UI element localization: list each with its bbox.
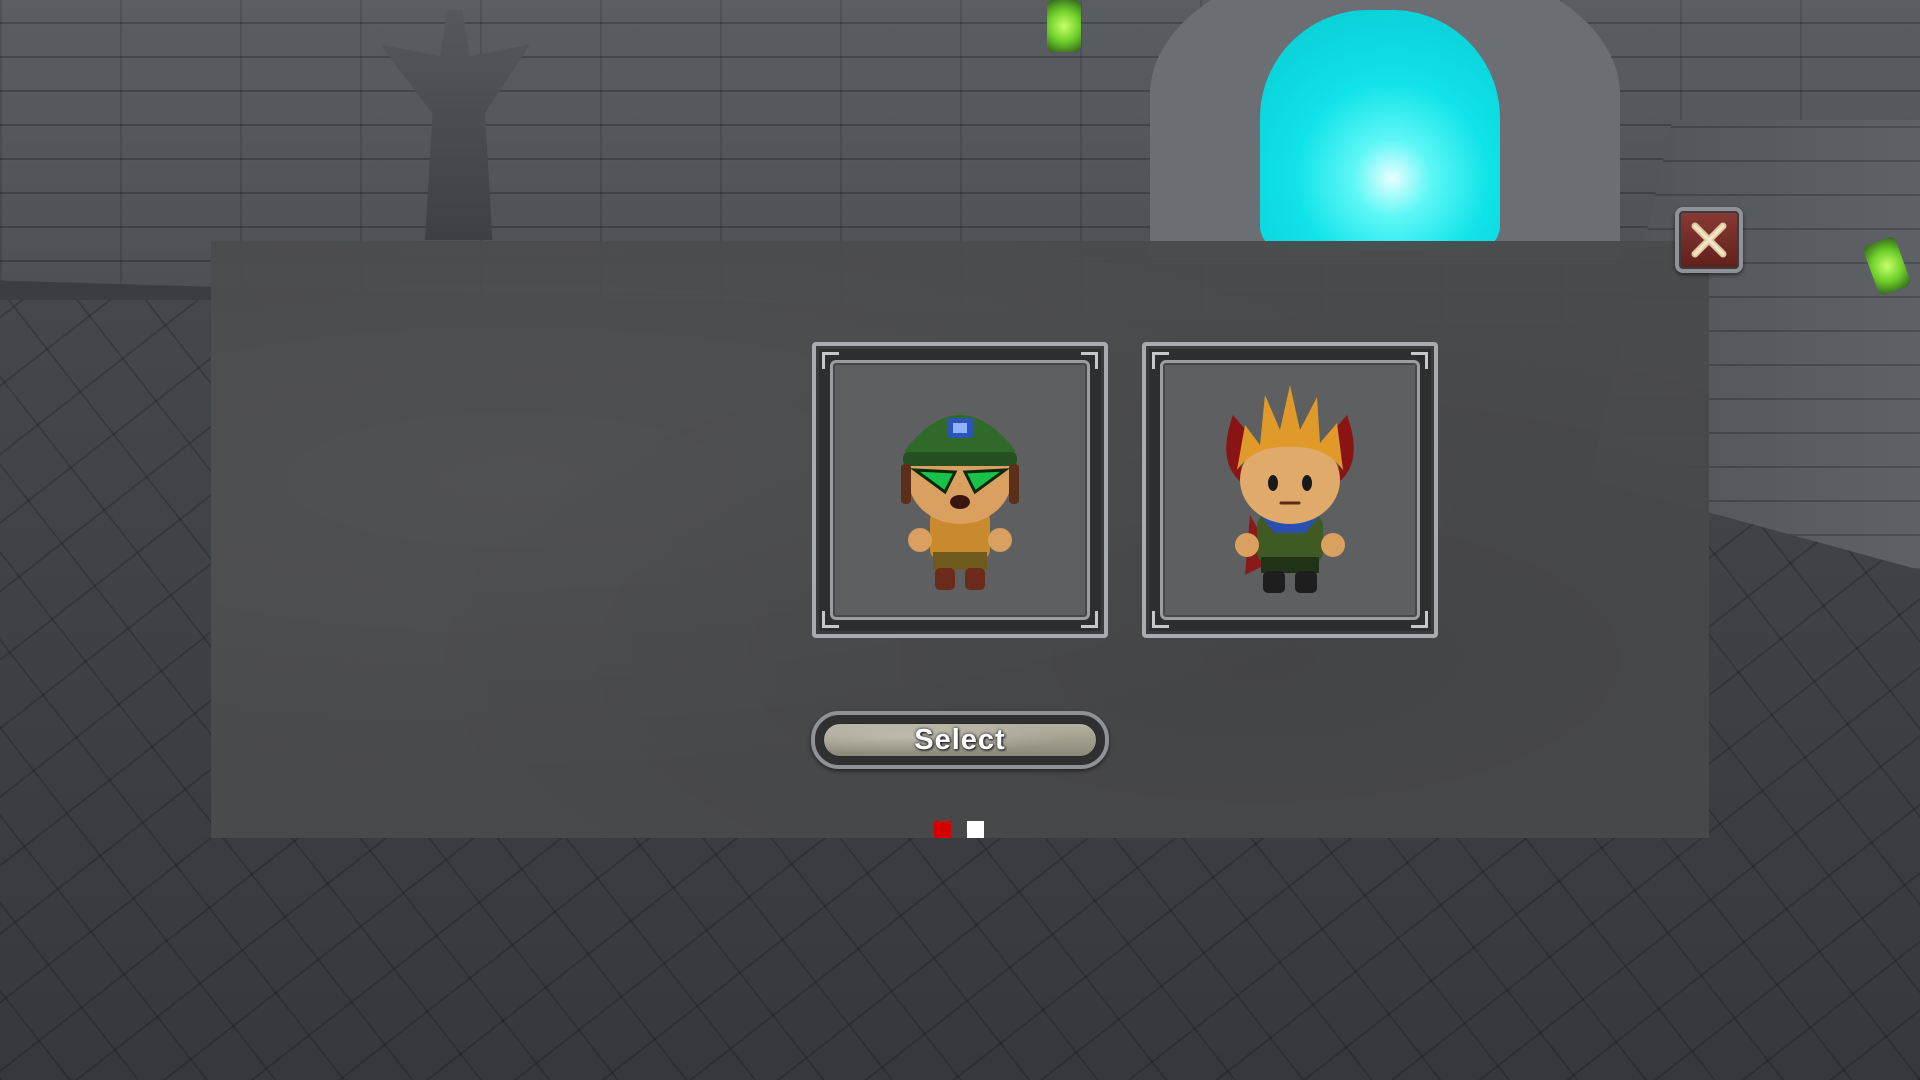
card-corner-ornament (822, 611, 839, 628)
card-corner-ornament (1152, 352, 1169, 369)
character-card-2[interactable] (1142, 342, 1438, 638)
character-portrait-frame (1160, 360, 1420, 620)
character-card-1[interactable] (812, 342, 1108, 638)
card-corner-ornament (1081, 611, 1098, 628)
spiky-hair-horned-hero-icon (1226, 385, 1354, 593)
card-corner-ornament (1081, 352, 1098, 369)
select-button-label: Select (914, 723, 1006, 756)
close-icon (1691, 222, 1727, 258)
card-corner-ornament (822, 352, 839, 369)
character-portrait-frame (830, 360, 1090, 620)
card-corner-ornament (1411, 611, 1428, 628)
select-button[interactable]: Select (811, 711, 1109, 769)
close-button[interactable] (1675, 207, 1743, 273)
green-helmet-goggles-hero-icon (901, 415, 1019, 590)
green-wall-lamp (1047, 0, 1081, 52)
glowing-portal (1260, 10, 1500, 250)
page-dot[interactable] (967, 821, 984, 838)
card-corner-ornament (1411, 352, 1428, 369)
page-dot-active[interactable] (934, 821, 951, 838)
card-corner-ornament (1152, 611, 1169, 628)
